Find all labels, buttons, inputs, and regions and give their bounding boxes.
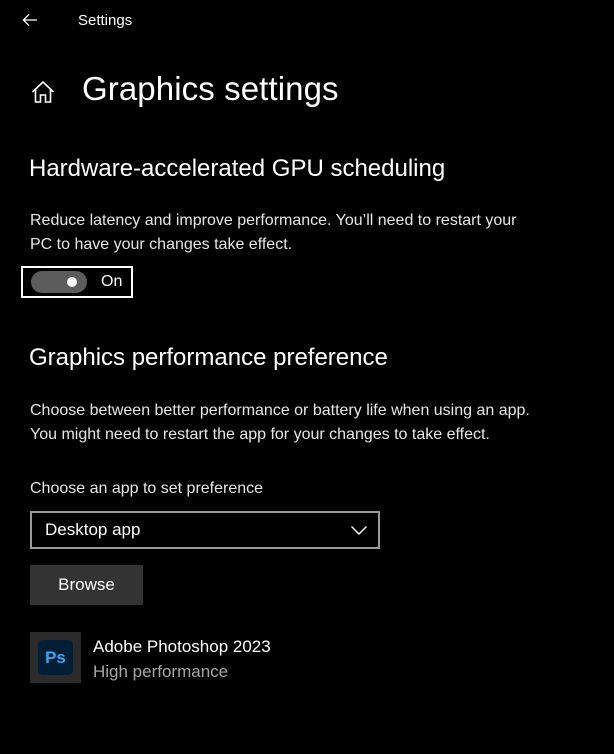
toggle-track[interactable] [31,271,87,293]
home-icon [31,80,55,103]
toggle-knob [67,277,77,287]
app-list-item[interactable]: Ps Adobe Photoshop 2023 High performance [30,632,430,686]
app-type-dropdown[interactable]: Desktop app [30,511,380,549]
app-type-dropdown-label: Choose an app to set preference [30,480,264,497]
toggle-state-label: On [101,273,123,290]
photoshop-icon: Ps [38,640,73,675]
browse-button[interactable]: Browse [30,565,143,605]
gpu-scheduling-heading: Hardware-accelerated GPU scheduling [29,155,446,182]
back-button[interactable] [14,6,46,34]
chevron-down-icon [351,526,367,535]
app-type-dropdown-value: Desktop app [45,520,141,539]
gpu-scheduling-description: Reduce latency and improve performance. … [30,209,590,257]
app-preference: High performance [93,662,229,681]
page-title: Graphics settings [82,70,339,107]
performance-preference-description: Choose between better performance or bat… [30,399,590,447]
performance-preference-description-line2: You might need to restart the app for yo… [30,426,490,443]
performance-preference-description-line1: Choose between better performance or bat… [30,402,530,419]
app-name: Adobe Photoshop 2023 [93,637,271,656]
back-arrow-icon [22,13,37,27]
app-icon-tile: Ps [30,632,81,683]
gpu-scheduling-toggle[interactable]: On [21,266,133,298]
settings-window: Settings Graphics settings Hardware-acce… [0,0,614,754]
gpu-scheduling-description-line1: Reduce latency and improve performance. … [30,212,517,229]
gpu-scheduling-description-line2: PC to have your changes take effect. [30,236,293,253]
window-title: Settings [78,12,133,29]
performance-preference-heading: Graphics performance preference [29,344,388,371]
